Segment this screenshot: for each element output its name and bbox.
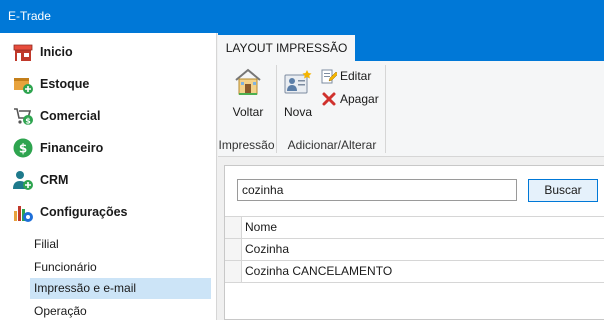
table-header-row: Nome bbox=[225, 217, 604, 239]
row-header-cell bbox=[225, 217, 242, 238]
edit-icon bbox=[321, 68, 339, 84]
sidebar-item-label: CRM bbox=[40, 173, 69, 187]
buscar-button[interactable]: Buscar bbox=[528, 179, 598, 202]
sidebar-subitem-funcionario[interactable]: Funcionário bbox=[30, 257, 211, 278]
sidebar-item-label: Estoque bbox=[40, 77, 90, 91]
title-bar: E-Trade bbox=[0, 0, 604, 33]
sidebar-item-estoque[interactable]: Estoque bbox=[12, 70, 212, 98]
search-input[interactable] bbox=[237, 179, 517, 201]
contact-card-new-icon bbox=[283, 69, 313, 97]
sidebar-item-inicio[interactable]: Inicio bbox=[12, 38, 212, 66]
table-row[interactable]: Cozinha CANCELAMENTO bbox=[225, 261, 604, 283]
ribbon-tabbar: LAYOUT IMPRESSÃO bbox=[218, 33, 604, 61]
dollar-icon: $ bbox=[12, 137, 34, 159]
sidebar: Inicio Estoque $ Comercial $ Financeiro … bbox=[0, 33, 217, 320]
row-header-cell[interactable] bbox=[225, 239, 242, 260]
delete-icon bbox=[321, 91, 337, 107]
nova-label: Nova bbox=[283, 105, 312, 119]
row-header-cell[interactable] bbox=[225, 261, 242, 282]
voltar-label: Voltar bbox=[232, 105, 264, 119]
column-header-nome[interactable]: Nome bbox=[242, 217, 278, 238]
apagar-button[interactable]: Apagar bbox=[321, 91, 379, 107]
sidebar-subitem-filial[interactable]: Filial bbox=[30, 234, 211, 255]
cart-money-icon: $ bbox=[12, 105, 34, 127]
group-separator bbox=[385, 65, 386, 153]
group-separator bbox=[276, 65, 277, 153]
voltar-button[interactable]: Voltar bbox=[226, 65, 270, 119]
group-label-impressao: Impressão bbox=[218, 138, 275, 152]
sidebar-item-label: Configurações bbox=[40, 205, 128, 219]
sidebar-item-label: Inicio bbox=[40, 45, 73, 59]
sidebar-item-crm[interactable]: CRM bbox=[12, 166, 212, 194]
editar-button[interactable]: Editar bbox=[321, 68, 371, 84]
sidebar-item-label: Financeiro bbox=[40, 141, 104, 155]
main-content: Buscar Nome Cozinha Cozinha CANCELAMENTO bbox=[218, 157, 604, 320]
chart-gear-icon bbox=[12, 201, 34, 223]
nova-button[interactable]: Nova bbox=[280, 69, 316, 119]
apagar-label: Apagar bbox=[340, 92, 379, 106]
search-panel: Buscar Nome Cozinha Cozinha CANCELAMENTO bbox=[224, 165, 604, 320]
svg-text:$: $ bbox=[19, 142, 27, 156]
table-row[interactable]: Cozinha bbox=[225, 239, 604, 261]
sidebar-item-label: Comercial bbox=[40, 109, 101, 123]
editar-label: Editar bbox=[340, 69, 372, 83]
tab-layout-impressao[interactable]: LAYOUT IMPRESSÃO bbox=[218, 35, 355, 61]
group-label-adicionar-alterar: Adicionar/Alterar bbox=[287, 138, 377, 152]
svg-text:$: $ bbox=[25, 117, 31, 126]
sidebar-subitem-operacao[interactable]: Operação bbox=[30, 301, 211, 320]
sidebar-item-financeiro[interactable]: $ Financeiro bbox=[12, 134, 212, 162]
box-add-icon bbox=[12, 73, 34, 95]
sidebar-item-configuracoes[interactable]: Configurações bbox=[12, 198, 212, 226]
table-cell-nome[interactable]: Cozinha CANCELAMENTO bbox=[242, 261, 392, 282]
results-table: Nome Cozinha Cozinha CANCELAMENTO bbox=[225, 216, 604, 283]
home-icon bbox=[232, 65, 264, 97]
store-icon bbox=[12, 41, 34, 63]
ribbon: Voltar Impressão Nova Editar Apagar Adic… bbox=[218, 61, 604, 157]
sidebar-subitem-impressao-email[interactable]: Impressão e e-mail bbox=[30, 278, 211, 299]
table-cell-nome[interactable]: Cozinha bbox=[242, 239, 289, 260]
app-title: E-Trade bbox=[8, 9, 51, 23]
sidebar-item-comercial[interactable]: $ Comercial bbox=[12, 102, 212, 130]
person-add-icon bbox=[12, 169, 34, 191]
